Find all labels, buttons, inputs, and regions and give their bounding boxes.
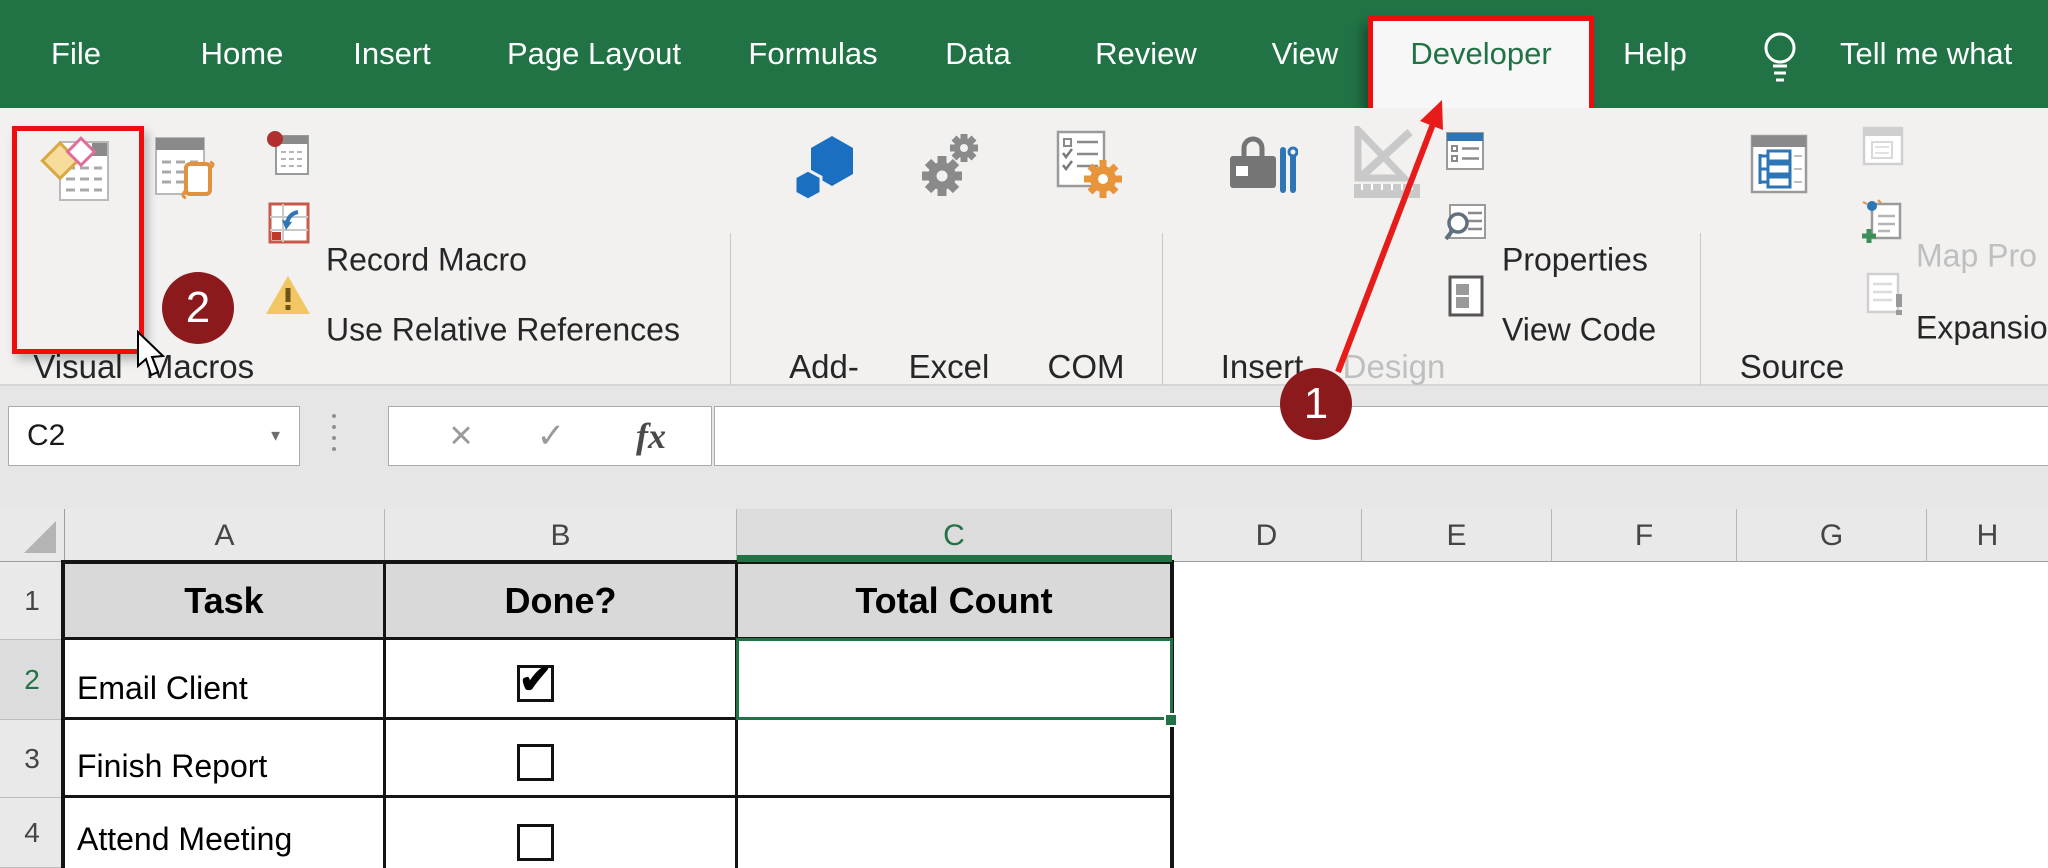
col-header-a[interactable]: A (65, 509, 385, 562)
cell-a3[interactable]: Finish Report (65, 720, 383, 795)
add-ins-icon[interactable] (790, 132, 862, 204)
tab-home[interactable]: Home (201, 0, 284, 108)
formula-bar-separator (332, 414, 336, 451)
cell-a4[interactable]: Attend Meeting (65, 798, 383, 868)
mouse-cursor-icon (134, 330, 170, 378)
insert-controls-icon[interactable] (1228, 134, 1298, 202)
name-box[interactable]: C2 ▼ (8, 406, 300, 466)
insert-function-icon[interactable]: fx (636, 415, 666, 457)
enter-icon[interactable]: ✓ (537, 416, 566, 456)
tab-data[interactable]: Data (945, 0, 1010, 108)
refresh-data-icon (1860, 270, 1906, 316)
tab-help[interactable]: Help (1623, 0, 1687, 108)
selected-column-underline (737, 555, 1172, 562)
visual-basic-highlight-box (12, 126, 144, 354)
expansion-packs-icon[interactable] (1860, 198, 1906, 244)
cell-a1[interactable]: Task (65, 564, 383, 637)
select-all-corner[interactable] (0, 509, 65, 562)
tab-page-layout[interactable]: Page Layout (507, 0, 681, 108)
col-header-g[interactable]: G (1737, 509, 1927, 562)
formula-bar: C2 ▼ × ✓ fx (0, 386, 2048, 509)
excel-add-ins-icon[interactable] (916, 132, 984, 200)
tab-review[interactable]: Review (1095, 0, 1197, 108)
design-mode-icon (1346, 126, 1438, 206)
cancel-icon[interactable]: × (449, 414, 472, 459)
use-relative-references-button[interactable]: Use Relative References (326, 312, 680, 349)
excel-window: File Home Insert Page Layout Formulas Da… (0, 0, 2048, 868)
tab-file[interactable]: File (51, 0, 101, 108)
tell-me-search[interactable]: Tell me what (1840, 0, 2012, 108)
check-mark-icon: ✔ (519, 670, 553, 690)
row-header-1[interactable]: 1 (0, 562, 65, 640)
row-header-4[interactable]: 4 (0, 798, 65, 868)
view-code-button[interactable]: View Code (1502, 312, 1656, 349)
select-all-triangle-icon (24, 521, 56, 553)
fill-handle[interactable] (1164, 713, 1178, 727)
cell-c1[interactable]: Total Count (738, 564, 1170, 637)
col-header-e[interactable]: E (1362, 509, 1552, 562)
checkbox-unchecked[interactable] (517, 824, 554, 861)
macros-icon[interactable] (150, 134, 218, 204)
checkbox-unchecked[interactable] (517, 744, 554, 781)
properties-icon[interactable] (1444, 130, 1486, 172)
col-header-h[interactable]: H (1927, 509, 2048, 562)
expansion-packs-button[interactable]: Expansio (1916, 310, 2048, 347)
macro-security-icon[interactable] (264, 274, 312, 318)
formula-buttons: × ✓ fx (388, 406, 712, 466)
source-button[interactable]: Source (1740, 348, 1845, 386)
source-icon[interactable] (1744, 132, 1810, 198)
record-macro-icon[interactable] (266, 130, 312, 176)
view-code-icon[interactable] (1444, 202, 1488, 244)
col-header-b[interactable]: B (385, 509, 737, 562)
map-properties-icon (1860, 126, 1906, 168)
tab-view[interactable]: View (1272, 0, 1339, 108)
tab-developer[interactable]: Developer (1410, 0, 1551, 108)
properties-button[interactable]: Properties (1502, 242, 1648, 279)
tab-formulas[interactable]: Formulas (748, 0, 877, 108)
step-1-badge: 1 (1280, 368, 1352, 440)
selected-cell-c2[interactable] (736, 638, 1173, 720)
row-header-2[interactable]: 2 (0, 640, 65, 720)
use-relative-references-icon[interactable] (266, 200, 312, 246)
cell-a2[interactable]: Email Client (65, 640, 383, 717)
map-properties-button-disabled: Map Pro (1916, 238, 2037, 275)
col-header-d[interactable]: D (1172, 509, 1362, 562)
cell-b1[interactable]: Done? (386, 564, 735, 637)
menu-bar: File Home Insert Page Layout Formulas Da… (0, 0, 2048, 108)
com-add-ins-icon[interactable] (1050, 130, 1122, 200)
name-box-dropdown-icon[interactable]: ▼ (268, 428, 283, 445)
tab-insert[interactable]: Insert (353, 0, 431, 108)
name-box-value: C2 (27, 407, 65, 465)
formula-input[interactable] (714, 406, 2048, 466)
record-macro-button[interactable]: Record Macro (326, 242, 527, 279)
step-2-badge: 2 (162, 272, 234, 344)
ribbon-developer: Visual Basic Macros Record Macro (0, 108, 2048, 386)
row-header-3[interactable]: 3 (0, 720, 65, 798)
run-dialog-icon[interactable] (1446, 274, 1486, 318)
col-header-f[interactable]: F (1552, 509, 1737, 562)
checkbox-checked[interactable]: ✔ (517, 665, 554, 702)
lightbulb-icon[interactable] (1758, 26, 1802, 86)
